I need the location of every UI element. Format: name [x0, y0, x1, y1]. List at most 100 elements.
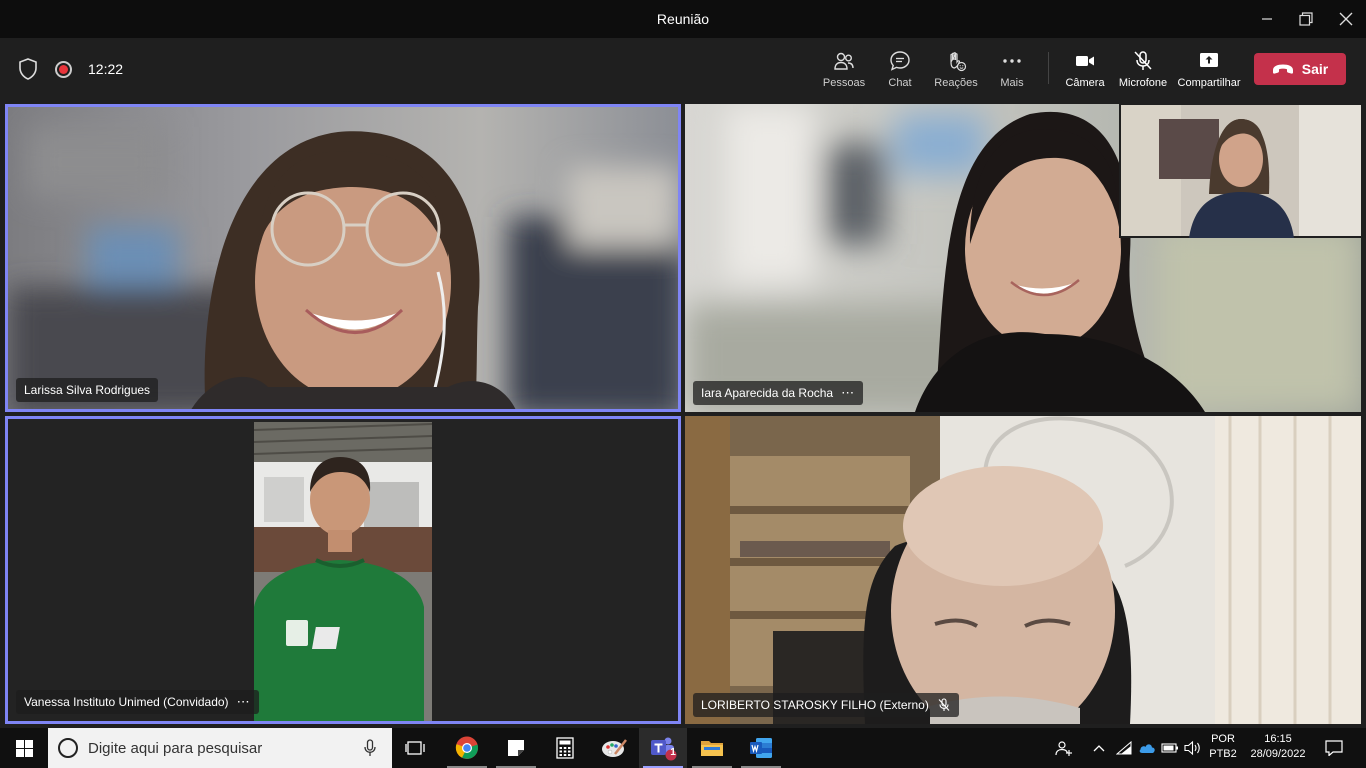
meeting-timer: 12:22 — [88, 61, 124, 77]
calculator-icon — [556, 737, 574, 759]
word-icon — [750, 738, 772, 758]
participant-name: Larissa Silva Rodrigues — [24, 383, 151, 397]
cortana-icon — [58, 738, 78, 758]
self-view-video[interactable] — [1119, 104, 1361, 238]
keyboard-layout: PTB2 — [1209, 748, 1237, 760]
more-button[interactable]: Mais — [982, 50, 1042, 94]
volume-tray-button[interactable] — [1182, 728, 1204, 768]
participant-options-button[interactable]: ⋯ — [237, 694, 251, 710]
microphone-icon[interactable] — [362, 739, 378, 757]
network-tray-button[interactable] — [1114, 728, 1134, 768]
chat-button[interactable]: Chat — [870, 50, 930, 94]
chevron-up-icon — [1093, 745, 1105, 752]
microphone-button[interactable]: Microfone — [1113, 50, 1173, 94]
share-button[interactable]: Compartilhar — [1177, 50, 1241, 94]
reactions-label: Reações — [934, 77, 978, 89]
search-placeholder: Digite aqui para pesquisar — [88, 739, 263, 757]
chat-label: Chat — [888, 77, 912, 89]
title-bar: Reunião — [0, 0, 1366, 38]
people-tray-icon — [1055, 741, 1072, 756]
onedrive-tray-button[interactable] — [1136, 728, 1158, 768]
share-screen-icon — [1200, 53, 1218, 67]
calculator-taskbar-button[interactable] — [541, 728, 589, 768]
teams-taskbar-button[interactable]: 1 — [639, 728, 687, 768]
folder-icon — [701, 741, 723, 756]
taskbar-clock[interactable]: 16:15 28/09/2022 — [1246, 732, 1310, 762]
task-view-icon — [405, 741, 425, 755]
share-label: Compartilhar — [1177, 77, 1241, 89]
notification-icon — [1325, 740, 1343, 756]
toolbar-divider — [1048, 52, 1049, 84]
file-explorer-taskbar-button[interactable] — [688, 728, 736, 768]
participant-video — [254, 422, 432, 721]
windows-logo-icon — [15, 739, 33, 757]
participant-name-tag: Vanessa Instituto Unimed (Convidado) ⋯ — [16, 690, 259, 714]
clock-date: 28/09/2022 — [1250, 748, 1306, 760]
teams-meeting-window: Reunião 12:22 Pessoas Chat Reações Mais … — [0, 0, 1366, 768]
meeting-toolbar: 12:22 Pessoas Chat Reações Mais Câmera M… — [0, 38, 1366, 100]
action-center-button[interactable] — [1318, 728, 1350, 768]
record-dot-icon — [59, 65, 68, 74]
participant-name-tag: Iara Aparecida da Rocha ⋯ — [693, 381, 864, 405]
people-tray-button[interactable] — [1052, 728, 1076, 768]
battery-tray-button[interactable] — [1160, 728, 1180, 768]
more-label: Mais — [1000, 77, 1024, 89]
participant-options-button[interactable]: ⋯ — [841, 385, 855, 401]
teams-notification-badge: 1 — [670, 747, 676, 758]
paint-taskbar-button[interactable] — [590, 728, 638, 768]
clock-time: 16:15 — [1264, 733, 1292, 745]
raise-hand-icon — [950, 52, 967, 72]
people-icon — [834, 52, 854, 70]
shield-icon[interactable] — [18, 58, 38, 80]
participant-video — [685, 416, 1361, 724]
microphone-muted-icon — [1134, 51, 1152, 70]
cloud-icon — [1139, 744, 1155, 753]
minimize-icon — [1262, 18, 1272, 20]
battery-icon — [1161, 743, 1178, 753]
start-button[interactable] — [0, 728, 48, 768]
word-taskbar-button[interactable] — [737, 728, 785, 768]
windows-taskbar: Digite aqui para pesquisar 1 POR PTB2 16… — [0, 728, 1366, 768]
more-dots-icon — [1003, 59, 1021, 63]
participant-name-tag: LORIBERTO STAROSKY FILHO (Externo) — [693, 693, 959, 717]
close-window-button[interactable] — [1326, 0, 1366, 38]
video-tile-iara[interactable]: Iara Aparecida da Rocha ⋯ — [685, 104, 1361, 412]
close-icon — [1339, 12, 1353, 26]
task-view-button[interactable] — [392, 728, 440, 768]
microphone-muted-icon — [938, 698, 950, 711]
leave-label: Sair — [1301, 61, 1329, 77]
speaker-icon — [1184, 740, 1200, 756]
camera-icon — [1076, 56, 1094, 66]
participant-name: Iara Aparecida da Rocha — [701, 386, 834, 400]
people-label: Pessoas — [822, 77, 866, 89]
video-tile-vanessa[interactable]: Vanessa Instituto Unimed (Convidado) ⋯ — [5, 416, 681, 724]
camera-button[interactable]: Câmera — [1055, 50, 1115, 94]
people-button[interactable]: Pessoas — [814, 50, 874, 94]
reactions-button[interactable]: Reações — [926, 50, 986, 94]
chrome-taskbar-button[interactable] — [443, 728, 491, 768]
sticky-notes-icon — [508, 740, 524, 756]
participant-name: LORIBERTO STAROSKY FILHO (Externo) — [701, 698, 929, 712]
microphone-label: Microfone — [1118, 77, 1168, 89]
chrome-icon — [455, 736, 479, 759]
participant-name-tag: Larissa Silva Rodrigues — [16, 378, 159, 402]
chat-icon — [890, 51, 910, 71]
show-hidden-icons-button[interactable] — [1090, 728, 1108, 768]
window-title: Reunião — [656, 11, 710, 27]
maximize-button[interactable] — [1286, 0, 1326, 38]
camera-label: Câmera — [1065, 77, 1105, 89]
recording-indicator — [55, 61, 72, 78]
participant-name: Vanessa Instituto Unimed (Convidado) — [24, 695, 229, 709]
restore-icon — [1299, 12, 1313, 26]
language-code: POR — [1211, 733, 1235, 745]
sticky-notes-taskbar-button[interactable] — [492, 728, 540, 768]
hang-up-icon — [1272, 64, 1293, 74]
video-tile-loriberto[interactable]: LORIBERTO STAROSKY FILHO (Externo) — [685, 416, 1361, 724]
input-language-indicator[interactable]: POR PTB2 — [1206, 732, 1240, 762]
wifi-icon — [1116, 741, 1132, 755]
participant-video — [8, 107, 678, 409]
leave-button[interactable]: Sair — [1254, 53, 1346, 85]
minimize-button[interactable] — [1247, 0, 1287, 38]
taskbar-search-box[interactable]: Digite aqui para pesquisar — [48, 728, 392, 768]
video-tile-larissa[interactable]: Larissa Silva Rodrigues — [5, 104, 681, 412]
